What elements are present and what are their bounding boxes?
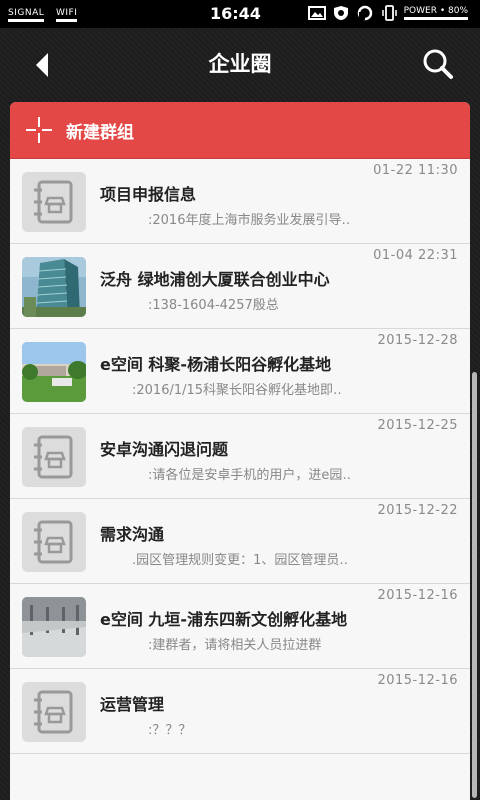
group-name: 运营管理 (100, 695, 165, 714)
group-list-item[interactable]: 01-22 11:30 项目申报信息 :2016年度上海市服务业发展引导‥ (10, 159, 470, 244)
wifi-label: WIFI (56, 8, 78, 22)
group-name: 项目申报信息 (100, 185, 197, 204)
battery-label: POWER • 80% (403, 6, 469, 20)
group-list-item[interactable]: 2015-12-16 运营管理 :？？？ (10, 669, 470, 754)
group-last-message: :请各位是安卓手机的用户，进e园‥ (148, 468, 352, 483)
notebook-icon (22, 682, 86, 742)
group-last-message: :2016年度上海市服务业发展引导‥ (148, 213, 351, 228)
title-bar: 企业圈 (0, 28, 480, 98)
group-list-item[interactable]: 2015-12-25 安卓沟通闪退问题 :请各位是安卓手机的用户，进e园‥ (10, 414, 470, 499)
group-list-item[interactable]: 2015-12-22 需求沟通 .园区管理规则变更：1、园区管理员‥ (10, 499, 470, 584)
group-list-item[interactable]: 2015-12-28 e空间 科聚-杨浦长阳谷孵化基地 :2016/1/15科聚… (10, 329, 470, 414)
image-notification-icon (308, 6, 326, 20)
group-name: e空间 科聚-杨浦长阳谷孵化基地 (100, 355, 332, 374)
signal-label: SIGNAL (8, 8, 45, 22)
new-group-label: 新建群组 (66, 122, 134, 143)
group-list-item[interactable]: 01-04 22:31 泛舟 绿地浦创大厦联合创业中心:138-1604-42… (10, 244, 470, 329)
status-bar: SIGNAL WIFI 16:44 POWER • 80% (0, 0, 480, 28)
plus-icon (26, 117, 52, 143)
group-date: 2015-12-16 (377, 588, 458, 603)
group-name: 安卓沟通闪退问题 (100, 440, 229, 459)
shield-icon (334, 6, 348, 20)
group-date: 01-22 11:30 (373, 163, 458, 178)
group-date: 2015-12-25 (377, 418, 458, 433)
search-icon[interactable] (418, 44, 458, 84)
group-date: 2015-12-16 (377, 673, 458, 688)
page-title: 企业圈 (208, 52, 272, 76)
group-name: 泛舟 绿地浦创大厦联合创业中心 (100, 270, 330, 289)
group-list: 01-22 11:30 项目申报信息 :2016年度上海市服务业发展引导‥ 01… (10, 159, 470, 754)
building-photo (22, 257, 86, 317)
group-panel: 新建群组 01-22 11:30 项目申报信息 :2016年度上海市服务业发展引… (10, 102, 470, 800)
group-name: e空间 九垣-浦东四新文创孵化基地 (100, 610, 348, 629)
scrollbar[interactable] (472, 372, 477, 798)
group-name: 需求沟通 (100, 525, 165, 544)
group-last-message: :138-1604-4257殷总 (148, 298, 279, 313)
group-list-item[interactable]: 2015-12-16 e空间 九垣-浦东四新文创孵化基地 :建群者，请将相关人员… (10, 584, 470, 669)
group-date: 2015-12-28 (377, 333, 458, 348)
hall-photo (22, 597, 86, 657)
sync-icon (357, 5, 373, 21)
group-date: 01-04 22:31 (373, 248, 458, 263)
notebook-icon (22, 427, 86, 487)
notebook-icon (22, 512, 86, 572)
group-last-message: :？？？ (148, 723, 192, 738)
campus-photo (22, 342, 86, 402)
notebook-icon (22, 172, 86, 232)
group-date: 2015-12-22 (377, 503, 458, 518)
group-last-message: :2016/1/15科聚长阳谷孵化基地即‥ (132, 383, 342, 398)
vibrate-icon (382, 5, 397, 21)
group-last-message: :建群者，请将相关人员拉进群 (148, 638, 322, 653)
new-group-button[interactable]: 新建群组 (10, 102, 470, 159)
group-last-message: .园区管理规则变更：1、园区管理员‥ (132, 553, 349, 568)
clock: 16:44 (210, 4, 261, 23)
